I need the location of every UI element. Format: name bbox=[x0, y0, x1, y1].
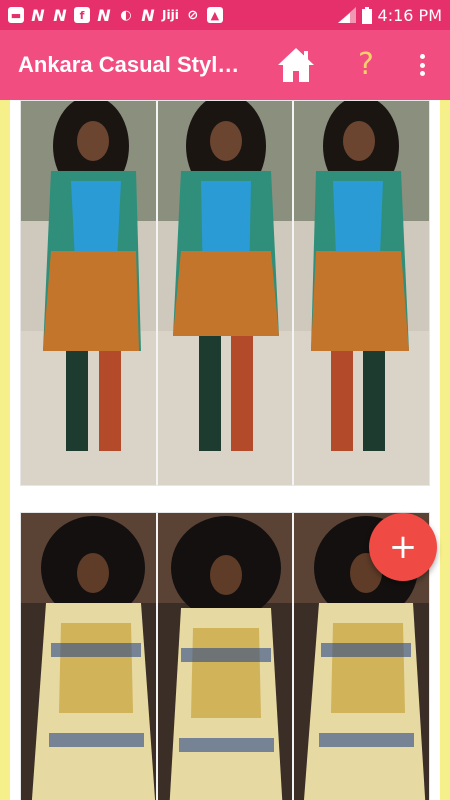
image-icon: ▲ bbox=[206, 7, 223, 23]
ankara-outfit-photo-1[interactable] bbox=[20, 100, 430, 486]
notification-n-icon: N bbox=[141, 5, 155, 25]
home-button[interactable] bbox=[276, 46, 316, 84]
add-fab-button[interactable]: + bbox=[369, 513, 437, 581]
image-feed bbox=[10, 100, 440, 800]
more-options-button[interactable] bbox=[410, 50, 434, 80]
facebook-icon: f bbox=[74, 7, 90, 23]
notification-n-icon: N bbox=[97, 5, 111, 25]
notification-n-icon: N bbox=[31, 5, 45, 25]
message-icon: ▬ bbox=[8, 7, 24, 23]
compass-icon: ⊘ bbox=[187, 7, 199, 23]
home-icon bbox=[278, 48, 314, 82]
plus-icon: + bbox=[388, 527, 418, 567]
notification-n-icon: N bbox=[53, 5, 67, 25]
help-button[interactable]: ? bbox=[352, 48, 380, 82]
status-bar-system: 4:16 PM bbox=[337, 5, 442, 25]
more-vert-dot bbox=[419, 54, 425, 59]
ankara-outfit-photo-2[interactable] bbox=[20, 512, 430, 800]
outfit-photo-image bbox=[21, 101, 429, 485]
outfit-photo-image bbox=[21, 513, 429, 800]
swirl-app-icon: ◐ bbox=[120, 7, 132, 23]
more-vert-dot bbox=[419, 62, 425, 68]
more-vert-dot bbox=[419, 71, 425, 76]
help-icon: ? bbox=[358, 47, 374, 82]
battery-icon bbox=[361, 6, 372, 24]
status-bar: ▬ N N f N ◐ N Jiji ⊘ ▲ 4:16 PM bbox=[0, 0, 450, 30]
clock: 4:16 PM bbox=[377, 5, 442, 25]
app-title: Ankara Casual Styl… bbox=[18, 52, 240, 77]
jiji-icon: Jiji bbox=[162, 8, 179, 22]
app-bar: Ankara Casual Styl… ? bbox=[0, 30, 450, 100]
signal-icon bbox=[337, 7, 356, 23]
status-bar-notifications: ▬ N N f N ◐ N Jiji ⊘ ▲ bbox=[8, 5, 223, 25]
